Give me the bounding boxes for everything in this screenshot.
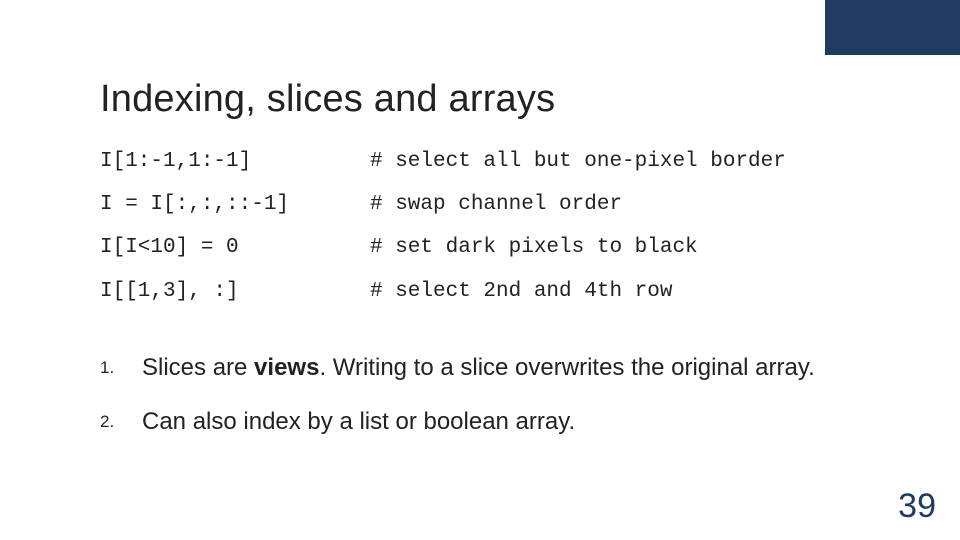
slide-title: Indexing, slices and arrays bbox=[100, 78, 900, 121]
code-row: I[I<10] = 0 # set dark pixels to black bbox=[100, 235, 900, 260]
accent-bar bbox=[825, 0, 960, 55]
list-item: 1. Slices are views. Writing to a slice … bbox=[100, 352, 900, 384]
code-comment: # select all but one-pixel border bbox=[370, 149, 900, 174]
text-prefix: Slices are bbox=[142, 354, 254, 381]
list-item: 2. Can also index by a list or boolean a… bbox=[100, 406, 900, 438]
code-comment: # swap channel order bbox=[370, 192, 900, 217]
slide: Indexing, slices and arrays I[1:-1,1:-1]… bbox=[0, 0, 960, 540]
code-expr: I[I<10] = 0 bbox=[100, 235, 370, 260]
code-comment: # set dark pixels to black bbox=[370, 235, 900, 260]
list-text: Slices are views. Writing to a slice ove… bbox=[142, 352, 900, 384]
list-number: 2. bbox=[100, 406, 142, 438]
code-row: I = I[:,:,::-1] # swap channel order bbox=[100, 192, 900, 217]
code-examples: I[1:-1,1:-1] # select all but one-pixel … bbox=[100, 149, 900, 304]
page-number: 39 bbox=[898, 487, 936, 526]
code-expr: I = I[:,:,::-1] bbox=[100, 192, 370, 217]
slide-content: Indexing, slices and arrays I[1:-1,1:-1]… bbox=[100, 78, 900, 461]
code-comment: # select 2nd and 4th row bbox=[370, 279, 900, 304]
code-expr: I[[1,3], :] bbox=[100, 279, 370, 304]
text-suffix: . Writing to a slice overwrites the orig… bbox=[319, 354, 814, 381]
list-text: Can also index by a list or boolean arra… bbox=[142, 406, 900, 438]
code-row: I[1:-1,1:-1] # select all but one-pixel … bbox=[100, 149, 900, 174]
text-prefix: Can also index by a list or boolean arra… bbox=[142, 408, 575, 435]
list-number: 1. bbox=[100, 352, 142, 384]
text-strong: views bbox=[254, 354, 319, 381]
code-row: I[[1,3], :] # select 2nd and 4th row bbox=[100, 279, 900, 304]
notes-list: 1. Slices are views. Writing to a slice … bbox=[100, 352, 900, 439]
code-expr: I[1:-1,1:-1] bbox=[100, 149, 370, 174]
